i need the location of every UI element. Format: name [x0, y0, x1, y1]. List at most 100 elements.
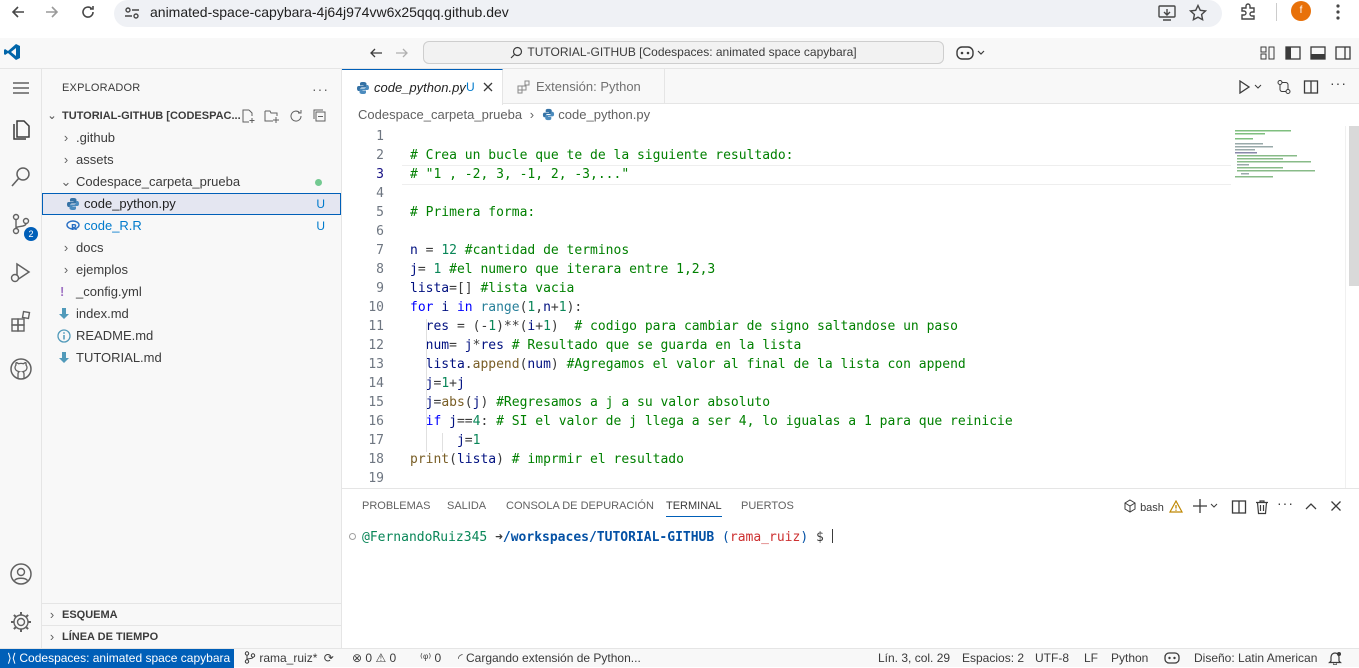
terminal-output[interactable]: @FernandoRuiz345 ➜/workspaces/TUTORIAL-G…	[362, 529, 833, 545]
github-icon[interactable]	[4, 352, 38, 386]
tab-debug-console[interactable]: CONSOLA DE DEPURACIÓN	[506, 500, 654, 512]
back-arrow-icon[interactable]	[8, 2, 28, 22]
warning-icon: ⚠	[375, 651, 387, 665]
close-icon[interactable]	[482, 81, 494, 93]
tab-problems[interactable]: PROBLEMAS	[362, 500, 430, 512]
vscode-logo-icon[interactable]	[3, 43, 21, 61]
collapse-all-icon[interactable]	[312, 108, 328, 124]
customize-layout-icon[interactable]	[1260, 46, 1276, 60]
refresh-icon[interactable]	[288, 108, 304, 124]
breadcrumb-file[interactable]: code_python.py	[558, 107, 650, 122]
copilot-status-icon[interactable]	[1164, 651, 1180, 665]
site-settings-icon[interactable]	[124, 6, 140, 20]
profile-avatar[interactable]: f	[1291, 1, 1311, 21]
tree-folder-assets[interactable]: › assets	[42, 149, 341, 171]
more-actions-icon[interactable]: ···	[312, 81, 329, 97]
split-editor-icon[interactable]	[1303, 79, 1319, 95]
editor-scrollbar[interactable]	[1345, 126, 1359, 488]
code-editor[interactable]: 1 2 3 4 5 6 7 8 9 10 11 12 13 14 15 16 1…	[342, 126, 1359, 488]
scrollbar-thumb[interactable]	[1349, 126, 1359, 286]
tree-file-config-yml[interactable]: ! _config.yml	[42, 281, 341, 303]
terminal-shell-selector[interactable]: bash	[1123, 499, 1183, 514]
panel-more-actions-icon[interactable]: ···	[1277, 495, 1294, 511]
search-icon[interactable]	[4, 160, 38, 194]
outline-section[interactable]: › ESQUEMA	[42, 603, 341, 625]
menu-hamburger-icon[interactable]	[4, 71, 38, 105]
trash-icon[interactable]	[1254, 499, 1270, 515]
settings-gear-icon[interactable]	[4, 605, 38, 639]
tab-output[interactable]: SALIDA	[447, 500, 486, 512]
install-app-icon[interactable]	[1158, 5, 1176, 21]
toolbar-divider	[1276, 3, 1277, 21]
line-number: 18	[368, 452, 384, 467]
command-center[interactable]: TUTORIAL-GITHUB [Codespaces: animated sp…	[423, 41, 944, 64]
ports-indicator[interactable]: ⁽ᵠ⁾ 0	[420, 649, 441, 667]
bookmark-star-icon[interactable]	[1189, 4, 1207, 22]
indentation[interactable]: Espacios: 2	[962, 649, 1024, 667]
run-debug-icon[interactable]	[4, 255, 38, 289]
branch-indicator[interactable]: rama_ruiz* ⟳	[244, 649, 334, 667]
tree-file-tutorial-md[interactable]: TUTORIAL.md	[42, 347, 341, 369]
notifications-bell-icon[interactable]	[1328, 651, 1342, 665]
terminal-branch: rama_ruiz	[729, 530, 801, 545]
language-mode[interactable]: Python	[1111, 649, 1148, 667]
workspace-root[interactable]: ⌄ TUTORIAL-GITHUB [CODESPAC...	[42, 105, 341, 127]
tree-file-index-md[interactable]: index.md	[42, 303, 341, 325]
chevron-right-icon: ›	[529, 107, 535, 122]
toggle-panel-icon[interactable]	[1310, 46, 1326, 60]
maximize-panel-icon[interactable]	[1304, 500, 1318, 514]
minimap[interactable]	[1235, 126, 1331, 186]
tree-file-code-r[interactable]: R code_R.R U	[42, 215, 341, 237]
remote-indicator[interactable]: ⟩⟨ Codespaces: animated space capybara	[0, 649, 234, 668]
source-control-icon[interactable]: 2	[4, 207, 38, 241]
split-terminal-icon[interactable]	[1231, 499, 1247, 515]
tab-terminal[interactable]: TERMINAL	[666, 500, 722, 517]
timeline-section[interactable]: › LÍNEA DE TIEMPO	[42, 625, 341, 647]
address-bar[interactable]: animated-space-capybara-4j64j974vw6x25qq…	[114, 0, 1222, 27]
nav-back-icon[interactable]	[368, 45, 384, 61]
nav-forward-icon[interactable]	[394, 45, 410, 61]
new-folder-icon[interactable]	[264, 108, 280, 124]
tab-code-python[interactable]: code_python.py U	[342, 69, 503, 105]
keyboard-layout[interactable]: Diseño: Latin American	[1194, 649, 1317, 667]
open-changes-icon[interactable]	[1276, 79, 1292, 95]
extensions-puzzle-icon[interactable]	[1238, 2, 1258, 22]
close-panel-icon[interactable]	[1330, 500, 1342, 512]
new-terminal-icon[interactable]	[1193, 498, 1221, 514]
editor-tabs: code_python.py U Extensión: Python ···	[342, 69, 1359, 105]
encoding[interactable]: UTF-8	[1035, 649, 1069, 667]
tree-folder-ejemplos[interactable]: › ejemplos	[42, 259, 341, 281]
reload-icon[interactable]	[78, 2, 98, 22]
line-number: 19	[368, 471, 384, 486]
svg-text:R: R	[71, 223, 77, 232]
accounts-icon[interactable]	[4, 557, 38, 591]
warning-icon	[1168, 500, 1183, 513]
modified-dot-icon	[315, 179, 322, 186]
tree-folder-github[interactable]: › .github	[42, 127, 341, 149]
tree-file-readme-md[interactable]: README.md	[42, 325, 341, 347]
tab-ports[interactable]: PUERTOS	[741, 500, 794, 512]
copilot-icon[interactable]	[956, 44, 986, 62]
sync-icon[interactable]: ⟳	[324, 651, 334, 665]
browser-menu-icon[interactable]	[1328, 2, 1348, 22]
run-python-icon[interactable]	[1237, 80, 1263, 94]
cursor-position[interactable]: Lín. 3, col. 29	[878, 649, 950, 667]
tab-extension-python[interactable]: Extensión: Python	[503, 69, 665, 104]
tree-file-code-python[interactable]: code_python.py U	[42, 193, 341, 215]
tree-folder-docs[interactable]: › docs	[42, 237, 341, 259]
breadcrumb-folder[interactable]: Codespace_carpeta_prueba	[358, 107, 522, 122]
tree-folder-codespace-carpeta-prueba[interactable]: ⌄ Codespace_carpeta_prueba	[42, 171, 341, 193]
toggle-sidebar-icon[interactable]	[1285, 46, 1301, 60]
end-of-line[interactable]: LF	[1084, 649, 1098, 667]
extensions-icon[interactable]	[4, 304, 38, 338]
toggle-secondary-sidebar-icon[interactable]	[1335, 46, 1351, 60]
new-file-icon[interactable]	[240, 108, 256, 124]
extension-loading-status: ◜ Cargando extensión de Python...	[458, 651, 641, 665]
problems-indicator[interactable]: ⊗ 0 ⚠ 0	[352, 649, 396, 667]
explorer-sidebar: EXPLORADOR ··· ⌄ TUTORIAL-GITHUB [CODESP…	[42, 69, 342, 648]
explorer-files-icon[interactable]	[4, 111, 38, 145]
line-number: 9	[376, 281, 384, 296]
code-line-5: # Primera forma:	[410, 205, 535, 220]
editor-more-actions-icon[interactable]: ···	[1330, 75, 1347, 91]
forward-arrow-icon[interactable]	[42, 2, 62, 22]
